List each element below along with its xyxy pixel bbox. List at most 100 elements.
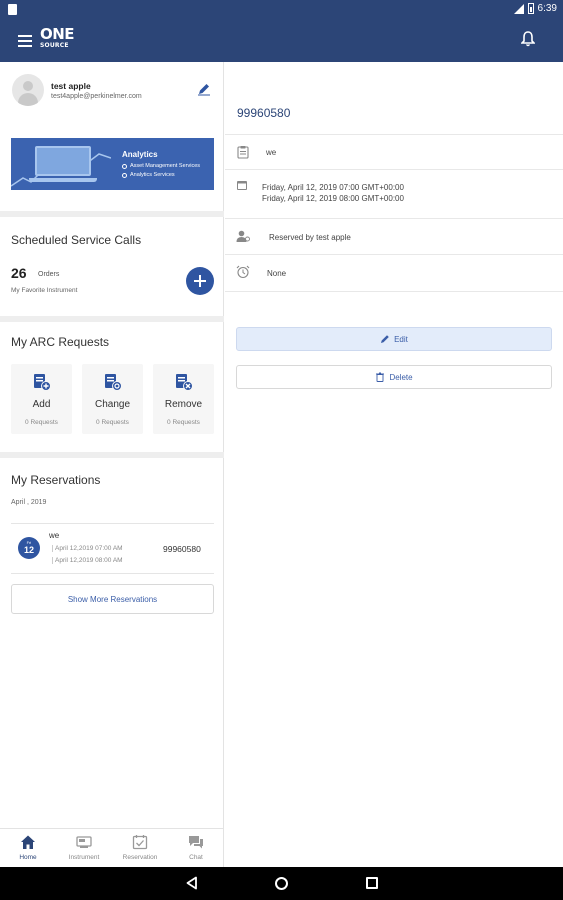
edit-reservation-button[interactable]: Edit xyxy=(236,327,552,351)
favorite-instrument-label: My Favorite Instrument xyxy=(11,287,78,294)
reservation-icon xyxy=(132,835,148,850)
signal-icon xyxy=(513,3,524,14)
remove-request-icon xyxy=(176,374,193,391)
home-icon xyxy=(21,835,35,849)
detail-name: we xyxy=(266,148,277,157)
avatar xyxy=(12,74,44,106)
arc-change-label: Change xyxy=(94,399,131,410)
circle-icon xyxy=(122,172,127,178)
system-navigation-bar xyxy=(0,867,563,900)
divider xyxy=(225,254,563,255)
clipboard-icon xyxy=(237,146,249,159)
divider xyxy=(225,218,563,219)
arc-remove-card[interactable]: Remove 0 Requests xyxy=(153,364,214,434)
arc-change-card[interactable]: Change 0 Requests xyxy=(82,364,143,434)
divider xyxy=(225,134,563,135)
edit-button-content: Edit xyxy=(380,334,408,344)
change-request-icon xyxy=(105,374,122,391)
date-badge-day: 12 xyxy=(23,545,34,555)
analytics-banner[interactable]: Analytics Asset Management Services Anal… xyxy=(11,138,214,190)
detail-reservation-id: 99960580 xyxy=(237,106,291,120)
nav-instrument-label: Instrument xyxy=(68,854,100,861)
delete-reservation-button[interactable]: Delete xyxy=(236,365,552,389)
logo-one: ONE xyxy=(40,25,75,43)
chat-icon xyxy=(189,836,203,849)
pencil-icon xyxy=(381,335,389,343)
reservation-end: April 12,2019 08:00 AM xyxy=(52,557,123,564)
home-button-icon[interactable] xyxy=(275,877,288,890)
edit-profile-icon[interactable] xyxy=(197,82,211,96)
alarm-icon xyxy=(236,265,250,279)
nav-home[interactable]: Home xyxy=(0,829,56,868)
reservations-title: My Reservations xyxy=(11,473,101,487)
arc-add-card[interactable]: Add 0 Requests xyxy=(11,364,72,434)
detail-reminder: None xyxy=(267,269,287,278)
notification-icon xyxy=(8,4,17,15)
nav-reservation[interactable]: Reservation xyxy=(112,829,168,868)
app-root: 6:39 ONE SOURCE test apple test4apple@pe… xyxy=(0,0,563,900)
detail-start: Friday, April 12, 2019 07:00 GMT+00:00 xyxy=(262,183,404,192)
date-badge: Fri 12 xyxy=(18,537,40,559)
edit-button-label: Edit xyxy=(394,334,408,344)
menu-icon[interactable] xyxy=(18,35,32,47)
person-icon xyxy=(236,230,250,242)
add-service-call-button[interactable] xyxy=(186,267,214,295)
reservation-list-item[interactable]: Fri 12 we April 12,2019 07:00 AM April 1… xyxy=(11,524,214,572)
nav-chat[interactable]: Chat xyxy=(168,829,224,868)
nav-chat-label: Chat xyxy=(189,854,203,861)
banner-line-text: Analytics Services xyxy=(130,172,175,178)
status-bar: 6:39 xyxy=(0,0,563,20)
banner-line-asset: Asset Management Services xyxy=(122,163,200,169)
reservation-name: we xyxy=(49,531,60,540)
arc-change-count: 0 Requests xyxy=(96,419,129,426)
add-request-icon xyxy=(34,374,51,391)
profile-header: test apple test4apple@perkinelmer.com xyxy=(0,62,224,124)
status-time: 6:39 xyxy=(537,3,557,14)
app-logo: ONE SOURCE xyxy=(40,25,75,49)
arc-remove-count: 0 Requests xyxy=(167,419,200,426)
reservation-id: 99960580 xyxy=(163,544,201,554)
nav-home-label: Home xyxy=(19,854,37,861)
battery-icon xyxy=(527,3,534,14)
divider xyxy=(0,211,224,217)
detail-end: Friday, April 12, 2019 08:00 GMT+00:00 xyxy=(262,194,404,203)
divider xyxy=(0,452,224,458)
arc-remove-label: Remove xyxy=(164,399,203,410)
bottom-navigation: Home Instrument Reservation Chat xyxy=(0,828,224,867)
divider xyxy=(0,316,224,322)
scheduled-title: Scheduled Service Calls xyxy=(11,233,142,247)
trash-icon xyxy=(376,372,385,382)
back-icon[interactable] xyxy=(185,876,199,890)
divider xyxy=(225,169,563,170)
reservation-start: April 12,2019 07:00 AM xyxy=(52,545,123,552)
arc-title: My ARC Requests xyxy=(11,335,110,349)
arc-add-count: 0 Requests xyxy=(25,419,58,426)
status-icons: 6:39 xyxy=(513,3,557,14)
calendar-icon xyxy=(237,181,247,190)
show-more-reservations-button[interactable]: Show More Reservations xyxy=(11,584,214,614)
bell-icon[interactable] xyxy=(521,31,535,47)
orders-label: Orders xyxy=(38,271,60,278)
profile-email: test4apple@perkinelmer.com xyxy=(51,93,142,100)
nav-reservation-label: Reservation xyxy=(122,854,158,861)
delete-button-label: Delete xyxy=(389,372,413,382)
recents-icon[interactable] xyxy=(366,877,378,889)
arc-add-label: Add xyxy=(32,399,51,410)
laptop-illustration-icon xyxy=(29,146,97,182)
instrument-icon xyxy=(76,836,92,848)
orders-count: 26 xyxy=(11,265,27,281)
reservation-detail-panel: 99960580 we Friday, April 12, 2019 07:00… xyxy=(225,62,563,867)
app-bar: ONE SOURCE xyxy=(0,20,563,62)
reservations-month: April , 2019 xyxy=(11,499,47,506)
nav-instrument[interactable]: Instrument xyxy=(56,829,112,868)
banner-line-analytics: Analytics Services xyxy=(122,172,175,178)
circle-icon xyxy=(122,163,127,169)
divider xyxy=(11,573,214,574)
profile-name: test apple xyxy=(51,81,91,91)
divider xyxy=(225,291,563,292)
dashboard-panel: test apple test4apple@perkinelmer.com An… xyxy=(0,62,224,828)
logo-source: SOURCE xyxy=(40,42,69,49)
detail-reserved-by: Reserved by test apple xyxy=(269,233,351,242)
delete-button-content: Delete xyxy=(375,372,413,382)
banner-line-text: Asset Management Services xyxy=(130,163,201,169)
